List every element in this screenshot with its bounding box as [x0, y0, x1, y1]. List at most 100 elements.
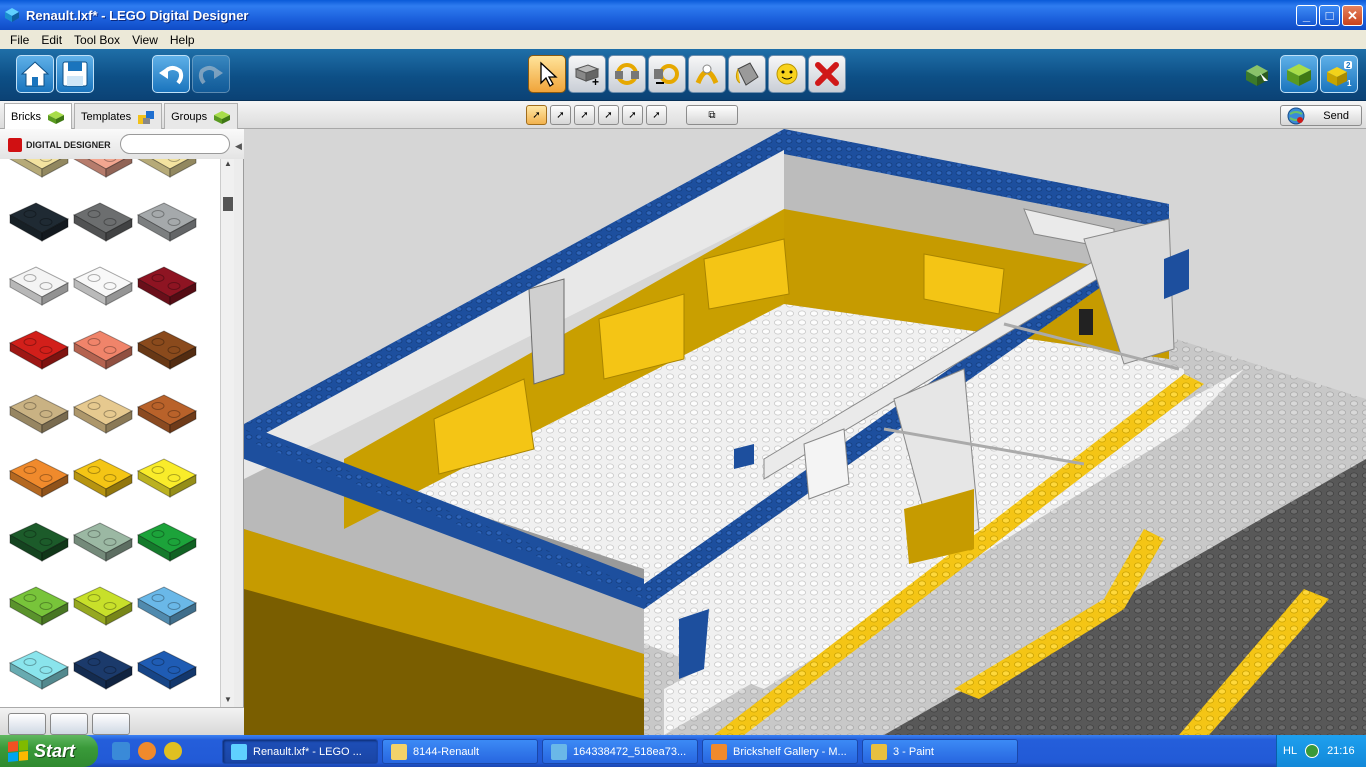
palette-view-button-3[interactable]	[92, 713, 130, 735]
home-button[interactable]	[16, 55, 54, 93]
paint-tool-button[interactable]	[728, 55, 766, 93]
clock: 21:16	[1327, 745, 1355, 757]
scroll-down-icon[interactable]: ▼	[221, 695, 235, 707]
select-color-button[interactable]: ➚	[622, 105, 643, 125]
taskbar-item-3[interactable]: Brickshelf Gallery - M...	[702, 739, 858, 764]
select-tool-button[interactable]	[528, 55, 566, 93]
brick-white[interactable]	[8, 257, 70, 311]
brick-bright-red[interactable]	[8, 321, 70, 375]
brick-medium-stone-grey[interactable]	[136, 193, 198, 247]
multi-select-icon: ➚	[556, 109, 565, 121]
tab-groups[interactable]: Groups	[164, 103, 239, 129]
taskbar-item-1[interactable]: 8144-Renault	[382, 739, 538, 764]
taskbar-item-2[interactable]: 164338472_518ea73...	[542, 739, 698, 764]
tab-templates[interactable]: Templates	[73, 103, 163, 129]
save-button[interactable]	[56, 55, 94, 93]
brick-bright-yellowish-green[interactable]	[72, 577, 134, 631]
view-mode-icon	[1287, 64, 1311, 86]
brick-bright-green[interactable]	[136, 513, 198, 567]
taskbar-item-0[interactable]: Renault.lxf* - LEGO ...	[222, 739, 378, 764]
brick-dark-stone-grey[interactable]	[72, 193, 134, 247]
minimize-button[interactable]: _	[1296, 5, 1317, 26]
brick-bright-orange[interactable]	[8, 449, 70, 503]
palette-scrollbar[interactable]: ▲ ▼	[220, 159, 234, 707]
select-connected-icon: ➚	[604, 109, 613, 121]
tab-bricks-label: Bricks	[11, 110, 41, 123]
menu-edit[interactable]: Edit	[35, 33, 68, 47]
invert-selection-button[interactable]: ⧉	[686, 105, 738, 125]
flex-icon	[695, 64, 719, 85]
brick-medium-blue[interactable]	[136, 577, 198, 631]
brick-lime-green[interactable]	[8, 577, 70, 631]
brick-dark-red[interactable]	[136, 257, 198, 311]
brick-light-aqua[interactable]	[8, 641, 70, 695]
redo-button[interactable]	[192, 55, 230, 93]
brick-tan[interactable]	[72, 385, 134, 439]
brick-dark-green[interactable]	[8, 513, 70, 567]
select-shape-button[interactable]: ➚	[646, 105, 667, 125]
building-guide-icon: 21	[1327, 61, 1352, 88]
building-guide-button[interactable]: 21	[1320, 55, 1358, 93]
palette-view-button-1[interactable]	[8, 713, 46, 735]
brick-sand-yellow[interactable]	[8, 385, 70, 439]
brick-light-salmon[interactable]	[72, 159, 134, 183]
lego-model-scene	[244, 129, 1366, 735]
start-button[interactable]: Start	[0, 735, 98, 767]
minifig-decorate-icon	[776, 63, 798, 85]
brick-dark-orange[interactable]	[136, 385, 198, 439]
redo-icon	[198, 66, 223, 85]
show-desktop-icon[interactable]	[112, 742, 130, 760]
maximize-button[interactable]: □	[1319, 5, 1340, 26]
brick-transparent-red[interactable]	[72, 321, 134, 375]
tab-bricks[interactable]: Bricks	[4, 103, 72, 129]
menu-help[interactable]: Help	[164, 33, 201, 47]
brick-earth-blue[interactable]	[72, 641, 134, 695]
hinge-tool-button[interactable]	[608, 55, 646, 93]
flex-tool-button[interactable]	[688, 55, 726, 93]
multi-select-button[interactable]: ➚	[550, 105, 571, 125]
clone-tool-button[interactable]: +	[568, 55, 606, 93]
windows-logo-icon	[8, 739, 28, 763]
brick-transparent[interactable]	[72, 257, 134, 311]
hinge-align-tool-button[interactable]	[648, 55, 686, 93]
build-mode-icon	[1246, 65, 1268, 86]
scroll-up-icon[interactable]: ▲	[221, 159, 235, 171]
brick-search-input[interactable]	[120, 134, 230, 154]
palette-view-button-2[interactable]	[50, 713, 88, 735]
menu-view[interactable]: View	[126, 33, 164, 47]
build-mode-button[interactable]	[1242, 59, 1272, 89]
brick-transparent-yellow[interactable]	[136, 449, 198, 503]
single-select-button[interactable]: ➚	[526, 105, 547, 125]
brick-black[interactable]	[8, 193, 70, 247]
firefox-quick-icon[interactable]	[138, 742, 156, 760]
taskbar-item-4[interactable]: 3 - Paint	[862, 739, 1018, 764]
deselect-button[interactable]: ➚	[574, 105, 595, 125]
collapse-palette-icon[interactable]: ◀	[235, 141, 242, 152]
window-title-bar[interactable]: Renault.lxf* - LEGO Digital Designer _ □…	[0, 0, 1366, 30]
decorate-tool-button[interactable]	[768, 55, 806, 93]
send-label: Send	[1323, 109, 1349, 122]
brick-bright-yellow[interactable]	[72, 449, 134, 503]
menu-toolbox[interactable]: Tool Box	[68, 33, 126, 47]
brick-light-yellow-2[interactable]	[136, 159, 198, 183]
language-indicator[interactable]: HL	[1283, 745, 1297, 757]
svg-text:2: 2	[1346, 61, 1351, 70]
main-toolbar: + 21	[0, 49, 1366, 101]
scroll-thumb[interactable]	[223, 197, 233, 211]
delete-tool-button[interactable]	[808, 55, 846, 93]
select-connected-button[interactable]: ➚	[598, 105, 619, 125]
network-icon[interactable]	[1305, 744, 1320, 758]
view-mode-button[interactable]	[1280, 55, 1318, 93]
3d-viewport[interactable]	[244, 129, 1366, 735]
undo-button[interactable]	[152, 55, 190, 93]
menu-file[interactable]: File	[4, 33, 35, 47]
brick-sand-green[interactable]	[72, 513, 134, 567]
send-button[interactable]: Send	[1280, 105, 1362, 126]
groups-tab-icon	[214, 110, 231, 124]
brick-bright-blue[interactable]	[136, 641, 198, 695]
brick-light-yellow[interactable]	[8, 159, 70, 183]
close-button[interactable]: ✕	[1342, 5, 1363, 26]
brick-reddish-brown[interactable]	[136, 321, 198, 375]
chrome-quick-icon[interactable]	[164, 742, 182, 760]
deselect-icon: ➚	[580, 109, 589, 121]
